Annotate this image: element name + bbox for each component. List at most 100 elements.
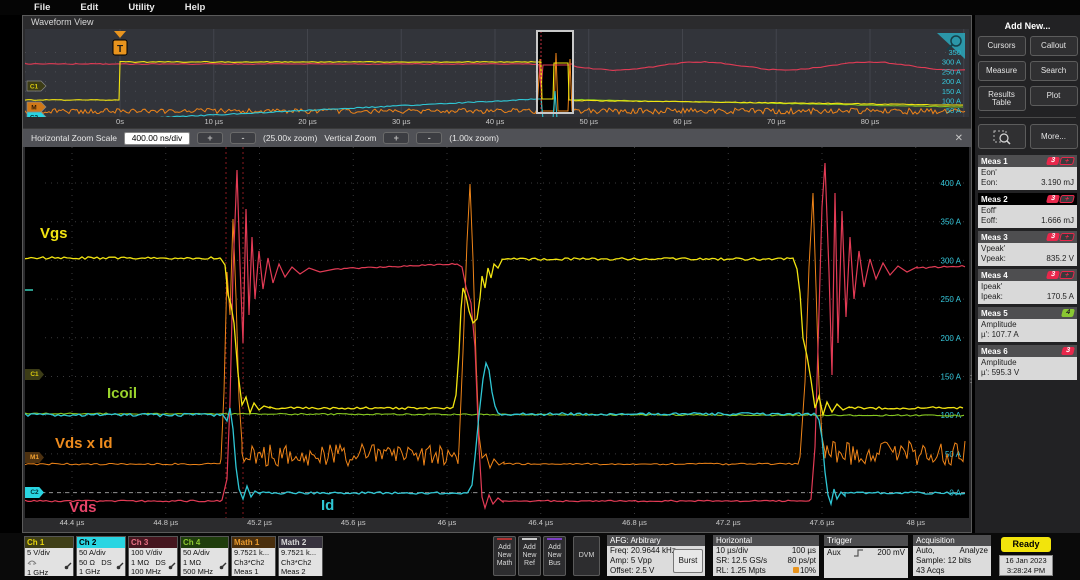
- overview-plot[interactable]: T350300 A250 A200 A150 A100 A50 AC1MC2: [25, 29, 969, 117]
- h-position: 10%: [800, 566, 816, 575]
- channel-label: Ch 4: [181, 537, 228, 548]
- dvm-button[interactable]: DVM: [573, 536, 600, 576]
- main-x-axis: 44.4 µs44.8 µs45.2 µs45.6 µs46 µs46.4 µs…: [25, 518, 969, 531]
- v-zoom-plus-button[interactable]: +: [383, 132, 409, 144]
- main-x-tick: 46.4 µs: [528, 518, 553, 527]
- probe-comp-icon: [27, 558, 37, 566]
- v-zoom-minus-button[interactable]: -: [416, 132, 442, 144]
- button-label: Add New Bus: [544, 544, 565, 568]
- acquisition-panel[interactable]: Acquisition Auto,Analyze Sample: 12 bits…: [913, 535, 991, 576]
- trace-label-vdsid: Vds x Id: [55, 435, 113, 452]
- trigger-source: Aux: [827, 548, 841, 558]
- main-x-tick: 46 µs: [438, 518, 457, 527]
- channel-setting: 9.7521 k...: [281, 548, 320, 558]
- trace-label-vgs: Vgs: [40, 225, 68, 242]
- trace-label-icoil: Icoil: [107, 385, 137, 402]
- measurement-card-4[interactable]: Meas 43+Ipeak'Ipeak:170.5 A: [978, 269, 1077, 304]
- probe-icon: [64, 562, 72, 570]
- acq-sample: Sample: 12 bits: [916, 556, 988, 566]
- menu-utility[interactable]: Utility: [128, 2, 154, 13]
- h-zoom-minus-button[interactable]: -: [230, 132, 256, 144]
- afg-panel[interactable]: AFG: Arbitrary Freq: 20.9644 kHz Amp: 5 …: [607, 535, 705, 576]
- meas-count-badge: 3: [1046, 157, 1060, 165]
- channel-badge-ch2[interactable]: Ch 250 A/div50 Ω DS1 GHz: [76, 536, 126, 576]
- ready-status-badge[interactable]: Ready: [1001, 537, 1051, 552]
- main-scale-label: 350 A: [941, 218, 962, 227]
- waveform-view-tab[interactable]: Waveform View: [31, 17, 94, 27]
- meas-label: Meas 4: [981, 271, 1008, 280]
- h-zoom-plus-button[interactable]: +: [197, 132, 223, 144]
- add-new-bus-button[interactable]: Add New Bus: [543, 536, 566, 576]
- meas-label: Meas 5: [981, 309, 1008, 318]
- channel-setting: Meas 1: [234, 567, 273, 577]
- h-resolution: 80 ps/pt: [788, 556, 816, 566]
- overview-waveforms: T350300 A250 A200 A150 A100 A50 AC1MC2: [25, 29, 969, 117]
- measurement-results: Meas 13+Eon'Eon:3.190 mJMeas 23+Eoff'Eof…: [977, 155, 1078, 380]
- meas-value: 170.5 A: [1047, 292, 1074, 302]
- meas-value: µ': 107.7 A: [981, 330, 1074, 340]
- channel-badge-math1[interactable]: Math 19.7521 k...Ch3*Ch2Meas 1: [231, 536, 276, 576]
- main-x-tick: 48 µs: [907, 518, 926, 527]
- probe-icon: [219, 562, 227, 570]
- overview-x-tick: 50 µs: [580, 117, 599, 126]
- area-zoom-button[interactable]: [978, 124, 1026, 149]
- more-button[interactable]: More...: [1030, 124, 1078, 149]
- main-x-tick: 45.6 µs: [341, 518, 366, 527]
- meas-add-badge[interactable]: +: [1059, 233, 1075, 241]
- channel-label: Ch 1: [25, 537, 73, 548]
- channel-badge-ch4[interactable]: Ch 450 A/div1 MΩ500 MHz: [180, 536, 229, 576]
- measurement-card-5[interactable]: Meas 54Amplitudeµ': 107.7 A: [978, 307, 1077, 342]
- meas-value: 835.2 V: [1046, 254, 1074, 264]
- add-new-title: Add New...: [977, 21, 1078, 31]
- plot-button[interactable]: Plot: [1030, 86, 1078, 106]
- meas-count-badge: 3: [1046, 271, 1060, 279]
- meas-label: Meas 2: [981, 195, 1008, 204]
- bottom-settings-bar: Ch 15 V/div1 GHzCh 250 A/div50 Ω DS1 GHz…: [0, 533, 1080, 580]
- overview-scale-label: 300 A: [942, 58, 961, 67]
- channel-badge-math2[interactable]: Math 29.7521 k...Ch3*Ch2Meas 2: [278, 536, 323, 576]
- meas-add-badge[interactable]: +: [1059, 271, 1075, 279]
- meas-source: Ipeak': [981, 282, 1074, 292]
- horizontal-panel[interactable]: Horizontal 10 µs/div100 µs SR: 12.5 GS/s…: [713, 535, 819, 576]
- channel-label: Ch 2: [77, 537, 125, 548]
- cursors-button[interactable]: Cursors: [978, 36, 1026, 56]
- h-span: 100 µs: [792, 546, 816, 556]
- burst-button[interactable]: Burst: [673, 549, 703, 573]
- right-sidebar: Add New... CursorsCalloutMeasureSearchRe…: [975, 15, 1080, 533]
- overview-scale-label: 150 A: [942, 87, 961, 96]
- results-table-button[interactable]: Results Table: [978, 86, 1026, 111]
- button-label: Add New Ref: [519, 544, 540, 568]
- channel-badge-ch1[interactable]: Ch 15 V/div1 GHz: [24, 536, 74, 576]
- svg-text:C1: C1: [30, 84, 39, 91]
- menu-help[interactable]: Help: [185, 2, 206, 13]
- menu-file[interactable]: File: [34, 2, 50, 13]
- time: 3:28:24 PM: [1000, 566, 1052, 576]
- measure-button[interactable]: Measure: [978, 61, 1026, 81]
- zoom-scale-input[interactable]: [124, 132, 190, 145]
- measurement-card-3[interactable]: Meas 33+Vpeak'Vpeak:835.2 V: [978, 231, 1077, 266]
- measurement-card-2[interactable]: Meas 23+Eoff'Eoff:1.666 mJ: [978, 193, 1077, 228]
- area-zoom-icon: [993, 129, 1011, 145]
- v-zoom-factor: (1.00x zoom): [449, 133, 499, 143]
- close-zoom-icon[interactable]: ✕: [955, 133, 963, 144]
- main-zoom-plot[interactable]: 400 A350 A300 A250 A200 A150 A100 A50 A0…: [25, 147, 969, 518]
- meas-add-badge[interactable]: +: [1059, 195, 1075, 203]
- overview-x-tick: 40 µs: [486, 117, 505, 126]
- trace-label-vds: Vds: [69, 499, 97, 516]
- measurement-card-6[interactable]: Meas 63Amplitudeµ': 595.3 V: [978, 345, 1077, 380]
- add-new-ref-button[interactable]: Add New Ref: [518, 536, 541, 576]
- measurement-card-1[interactable]: Meas 13+Eon'Eon:3.190 mJ: [978, 155, 1077, 190]
- overview-x-tick: 0s: [116, 117, 124, 126]
- meas-add-badge[interactable]: +: [1059, 157, 1075, 165]
- add-new-math-button[interactable]: Add New Math: [493, 536, 516, 576]
- horizontal-title: Horizontal: [713, 535, 819, 546]
- h-scale: 10 µs/div: [716, 546, 748, 556]
- callout-button[interactable]: Callout: [1030, 36, 1078, 56]
- menu-bar: File Edit Utility Help: [0, 0, 1080, 15]
- trigger-panel[interactable]: Trigger Aux 200 mV: [824, 535, 908, 576]
- channel-badge-ch3[interactable]: Ch 3100 V/div1 MΩ DS100 MHz: [128, 536, 178, 576]
- search-button[interactable]: Search: [1030, 61, 1078, 81]
- svg-text:M: M: [31, 105, 36, 112]
- rising-edge-icon: [854, 548, 864, 558]
- menu-edit[interactable]: Edit: [80, 2, 98, 13]
